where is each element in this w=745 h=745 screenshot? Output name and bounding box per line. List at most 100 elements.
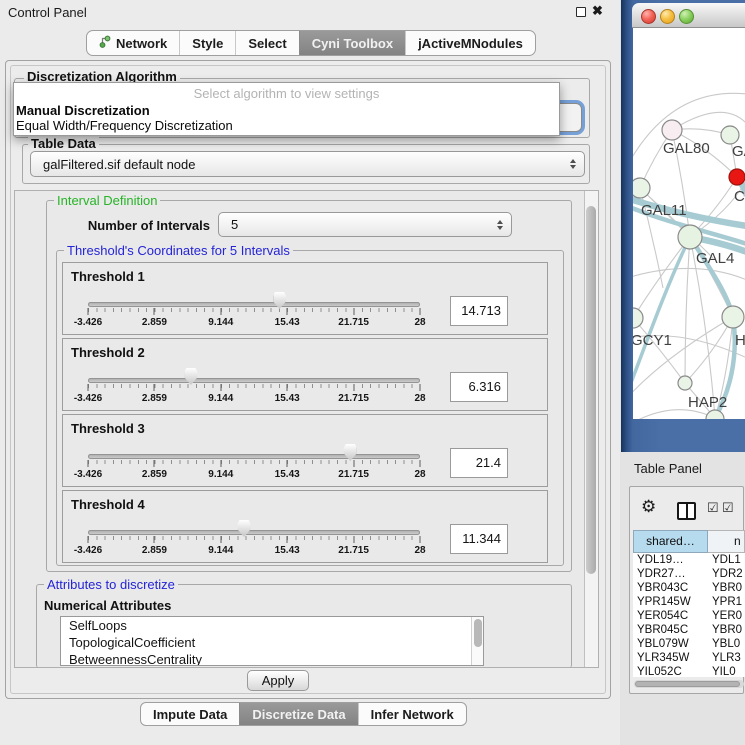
network-node[interactable] xyxy=(722,306,744,328)
node-label: HAP2 xyxy=(688,394,727,411)
threshold-3-label: Threshold 3 xyxy=(71,421,145,436)
threshold-2-value[interactable]: 6.316 xyxy=(450,372,508,402)
threshold-4-label: Threshold 4 xyxy=(71,497,145,512)
algorithm-option-equal-width[interactable]: Equal Width/Frequency Discretization xyxy=(16,118,233,133)
apply-button[interactable]: Apply xyxy=(247,670,309,691)
network-node[interactable] xyxy=(662,120,682,140)
table-row[interactable]: YDR27…YDR2 xyxy=(633,567,745,581)
threshold-1-value[interactable]: 14.713 xyxy=(450,296,508,326)
number-of-intervals-combobox[interactable]: 5 xyxy=(218,212,512,237)
list-item[interactable]: BetweennessCentrality xyxy=(61,651,483,666)
table-data-combobox-value: galFiltered.sif default node xyxy=(43,157,195,172)
tab-discretize-data[interactable]: Discretize Data xyxy=(239,703,357,725)
float-window-icon[interactable] xyxy=(576,7,586,17)
algorithm-placeholder-option[interactable]: Select algorithm to view settings xyxy=(14,86,559,101)
slider-track[interactable] xyxy=(88,454,420,459)
threshold-1-scale: -3.426 2.859 9.144 15.43 21.715 28 xyxy=(88,317,420,329)
network-node[interactable] xyxy=(678,376,692,390)
checkbox-column-icon[interactable]: ☑ xyxy=(707,500,719,516)
network-node[interactable] xyxy=(633,308,643,328)
table-data-combobox[interactable]: galFiltered.sif default node xyxy=(30,151,585,177)
tab-style[interactable]: Style xyxy=(179,31,235,55)
list-scrollbar-thumb[interactable] xyxy=(474,619,482,647)
threshold-3-scale: -3.426 2.859 9.144 15.43 21.715 28 xyxy=(88,469,420,481)
tab-cyni-toolbox[interactable]: Cyni Toolbox xyxy=(299,31,405,55)
algorithm-option-manual[interactable]: Manual Discretization xyxy=(16,103,150,118)
node-label: GAL4 xyxy=(696,250,734,267)
node-label: GAL11 xyxy=(641,202,687,219)
minimize-traffic-light-icon[interactable] xyxy=(660,9,675,24)
table-row[interactable]: YIL052CYIL0 xyxy=(633,665,745,677)
close-icon[interactable]: ✖ xyxy=(592,3,603,19)
node-label: GAL xyxy=(732,143,745,160)
tab-infer-network[interactable]: Infer Network xyxy=(358,703,466,725)
zoom-traffic-light-icon[interactable] xyxy=(679,9,694,24)
thresholds-group-title: Threshold's Coordinates for 5 Intervals xyxy=(64,244,293,257)
threshold-4-slider[interactable] xyxy=(88,518,420,544)
node-table[interactable]: YDL19…YDL1 YDR27…YDR2 YBR043CYBR0 YPR145… xyxy=(633,553,745,677)
node-label: GCY1 xyxy=(633,332,672,349)
table-row[interactable]: YBR045CYBR0 xyxy=(633,623,745,637)
threshold-1-slider[interactable] xyxy=(88,290,420,316)
table-row[interactable]: YBL079WYBL0 xyxy=(633,637,745,651)
threshold-3-value[interactable]: 21.4 xyxy=(450,448,508,478)
column-header-shared-name[interactable]: shared… xyxy=(633,530,708,553)
slider-minor-ticks xyxy=(88,460,420,464)
node-label: H xyxy=(735,332,745,349)
screen: Control Panel ✖ Network Style Select Cyn… xyxy=(0,0,745,745)
checkbox-column-icon[interactable]: ☑ xyxy=(722,500,734,516)
list-item[interactable]: SelfLoops xyxy=(61,617,483,634)
slider-minor-ticks xyxy=(88,384,420,388)
number-of-intervals-label: Number of Intervals xyxy=(60,218,210,233)
column-layout-icon[interactable] xyxy=(677,502,696,520)
table-row[interactable]: YBR043CYBR0 xyxy=(633,581,745,595)
threshold-4-value[interactable]: 11.344 xyxy=(450,524,508,554)
node-label: C xyxy=(734,188,745,205)
tab-network-label: Network xyxy=(116,36,167,51)
table-panel-title: Table Panel xyxy=(634,461,702,476)
node-label: GAL80 xyxy=(663,140,710,157)
tab-network[interactable]: Network xyxy=(87,31,179,55)
table-row[interactable]: YDL19…YDL1 xyxy=(633,553,745,567)
tab-jactivemnodules[interactable]: jActiveMNodules xyxy=(405,31,535,55)
network-node[interactable] xyxy=(678,225,702,249)
network-node[interactable] xyxy=(633,178,650,198)
attributes-group-title: Attributes to discretize xyxy=(44,578,178,591)
threshold-1-label: Threshold 1 xyxy=(71,269,145,284)
slider-track[interactable] xyxy=(88,530,420,535)
gear-icon[interactable]: ⚙ xyxy=(641,497,656,517)
slider-track[interactable] xyxy=(88,302,420,307)
network-canvas[interactable]: GAL80 GAL C GAL11 GAL4 GCY1 H HAP2 xyxy=(633,28,745,419)
threshold-3-slider[interactable] xyxy=(88,442,420,468)
list-scrollbar[interactable] xyxy=(471,617,483,665)
tab-impute-data[interactable]: Impute Data xyxy=(141,703,239,725)
column-header-name[interactable]: n xyxy=(708,530,745,553)
slider-minor-ticks xyxy=(88,536,420,540)
slider-track[interactable] xyxy=(88,378,420,383)
combobox-arrows-icon xyxy=(497,220,503,230)
horizontal-scrollbar-thumb[interactable] xyxy=(635,681,740,687)
table-row[interactable]: YLR345WYLR3 xyxy=(633,651,745,665)
vertical-scrollbar-thumb[interactable] xyxy=(586,206,596,574)
numerical-attributes-list[interactable]: SelfLoops TopologicalCoefficient Between… xyxy=(60,616,484,666)
network-node-labels: GAL80 GAL C GAL11 GAL4 GCY1 H HAP2 xyxy=(633,140,745,411)
list-item[interactable]: TopologicalCoefficient xyxy=(61,634,483,651)
combobox-arrows-icon xyxy=(570,159,576,169)
network-nodes xyxy=(633,120,745,419)
threshold-4-scale: -3.426 2.859 9.144 15.43 21.715 28 xyxy=(88,545,420,557)
cyni-mode-tabs: Impute Data Discretize Data Infer Networ… xyxy=(140,702,467,726)
close-traffic-light-icon[interactable] xyxy=(641,9,656,24)
interval-definition-group-title: Interval Definition xyxy=(54,194,160,207)
control-panel: Control Panel ✖ Network Style Select Cyn… xyxy=(0,0,620,745)
tab-select[interactable]: Select xyxy=(235,31,298,55)
threshold-2-slider[interactable] xyxy=(88,366,420,392)
table-row[interactable]: YPR145WYPR1 xyxy=(633,595,745,609)
network-node[interactable] xyxy=(721,126,739,144)
number-of-intervals-value: 5 xyxy=(231,217,238,232)
network-node-selected[interactable] xyxy=(729,169,745,185)
panel-title: Control Panel xyxy=(8,5,87,20)
table-row[interactable]: YER054CYER0 xyxy=(633,609,745,623)
network-window-titlebar[interactable] xyxy=(632,3,745,28)
control-panel-tabs: Network Style Select Cyni Toolbox jActiv… xyxy=(86,30,536,56)
network-icon xyxy=(99,35,111,51)
